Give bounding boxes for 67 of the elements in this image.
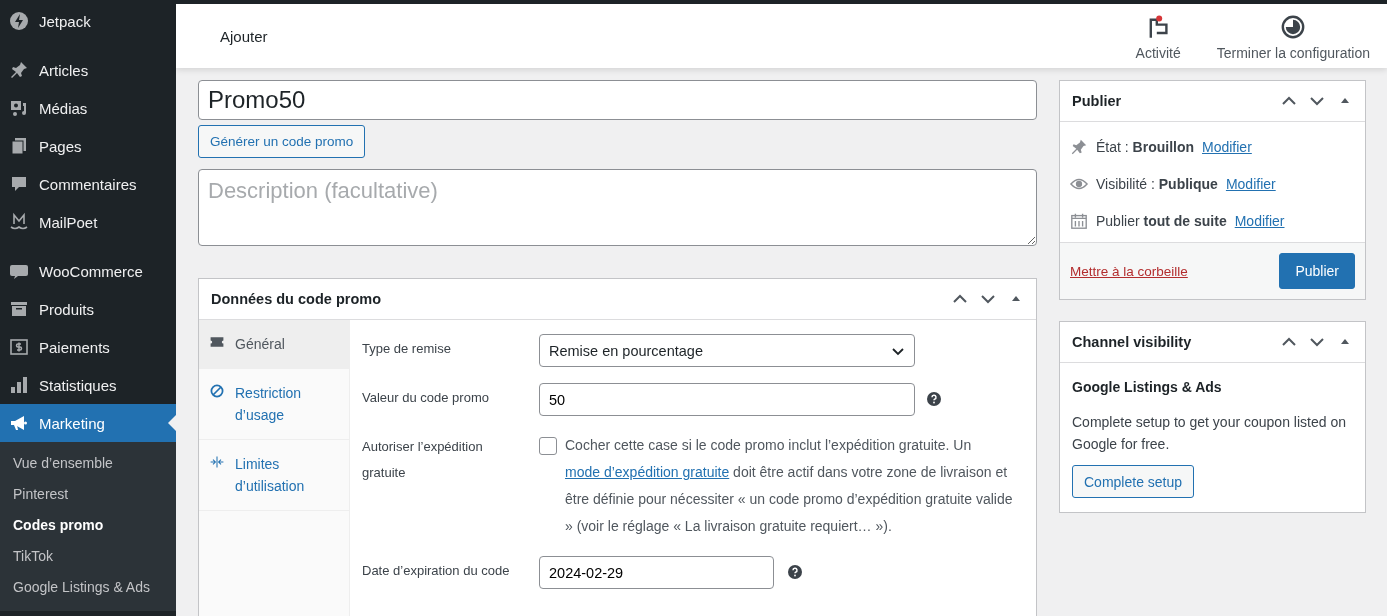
progress-circle-icon (1281, 14, 1306, 39)
field-label: Valeur du code promo (362, 389, 490, 407)
box-title: Publier (1072, 93, 1123, 109)
sidebar-item[interactable]: Jetpack (0, 2, 176, 40)
free-shipping-checkbox[interactable] (539, 437, 557, 455)
bar-chart-icon (9, 375, 29, 395)
arrows-in-icon (209, 454, 225, 470)
sidebar-item[interactable]: Pages (0, 127, 176, 165)
pin-icon (1070, 137, 1088, 156)
toolbar-button[interactable]: Terminer la configuration (1210, 10, 1376, 62)
submenu-item[interactable]: TikTok (0, 541, 176, 572)
sidebar-item[interactable]: MailPoet (0, 203, 176, 241)
pages-icon (9, 136, 29, 156)
field-label: Type de remise (362, 340, 452, 358)
sidebar-item[interactable]: Marketing (0, 404, 176, 442)
discount-type-select[interactable]: Remise en pourcentage (539, 334, 915, 367)
sidebar-item[interactable]: Paiements (0, 328, 176, 366)
megaphone-icon (9, 413, 29, 433)
edit-link[interactable]: Modifier (1234, 212, 1285, 229)
sidebar-item[interactable]: WooCommerce (0, 252, 176, 290)
pin-icon (9, 60, 29, 80)
publish-status-text: État : Brouillon (1096, 138, 1194, 155)
expiry-date-input[interactable]: 2024-02-29 (539, 556, 774, 589)
bolt-icon (9, 11, 29, 31)
complete-setup-button[interactable]: Complete setup (1072, 465, 1195, 498)
panel-tab[interactable]: Restriction d’usage (199, 369, 349, 440)
trash-link[interactable]: Mettre à la corbeille (1070, 263, 1188, 279)
help-icon[interactable] (788, 565, 802, 579)
toolbar-button[interactable]: Activité (1129, 10, 1187, 62)
sidebar-item[interactable]: Commentaires (0, 165, 176, 203)
submenu-item[interactable]: Vue d’ensemble (0, 448, 176, 479)
comment-icon (9, 174, 29, 194)
checkbox-description: Cocher cette case si le code promo inclut l’expédition gratuite. Un mode d’expédition gratuite doit être actif dans votre zone de livraison et être définie pour nécessiter « un code promo d’expédition gratuite valide » (voir le réglage « La livraison gratuite requiert… »). (565, 436, 1014, 536)
sidebar-item[interactable]: Articles (0, 51, 176, 89)
sidebar-item[interactable]: Médias (0, 89, 176, 127)
dollar-icon (9, 337, 29, 357)
coupon-code-input[interactable]: Promo50 (198, 80, 1037, 120)
help-icon[interactable] (927, 392, 941, 406)
panel-tab[interactable]: Général (199, 320, 349, 369)
free-shipping-link[interactable]: mode d’expédition gratuite (565, 464, 730, 480)
sidebar-item[interactable]: Statistiques (0, 366, 176, 404)
media-icon (9, 98, 29, 118)
setup-description: Complete setup to get your coupon listed on Google for free. (1072, 413, 1347, 454)
amount-input[interactable]: 50 (539, 383, 915, 416)
section-heading: Google Listings & Ads (1072, 379, 1223, 395)
sidebar-item[interactable]: Produits (0, 290, 176, 328)
letter-m-icon (9, 212, 29, 232)
description-field[interactable]: Description (facultative) (198, 169, 1037, 246)
panel-title: Données du code promo (211, 291, 382, 307)
publish-status-text: Publier tout de suite (1096, 212, 1227, 229)
page-title: Ajouter (220, 27, 269, 45)
archive-box-icon (9, 299, 29, 319)
publish-button[interactable]: Publier (1279, 253, 1355, 289)
field-label: Date d’expiration du code (362, 562, 511, 580)
prohibited-icon (209, 383, 225, 399)
ticket-icon (209, 334, 225, 350)
submenu-item[interactable]: Pinterest (0, 479, 176, 510)
publish-status-text: Visibilité : Publique (1096, 175, 1218, 192)
submenu-item[interactable]: Google Listings & Ads (0, 572, 176, 603)
box-title: Channel visibility (1072, 334, 1193, 350)
calendar-icon (1070, 211, 1088, 230)
submenu-item[interactable]: Codes promo (0, 510, 176, 541)
edit-link[interactable]: Modifier (1202, 138, 1252, 155)
panel-tab[interactable]: Limites d’utilisation (199, 440, 349, 511)
generate-code-button[interactable]: Générer un code promo (198, 125, 366, 158)
field-label: Autoriser l’expédition gratuite (362, 438, 484, 482)
edit-link[interactable]: Modifier (1225, 175, 1276, 192)
